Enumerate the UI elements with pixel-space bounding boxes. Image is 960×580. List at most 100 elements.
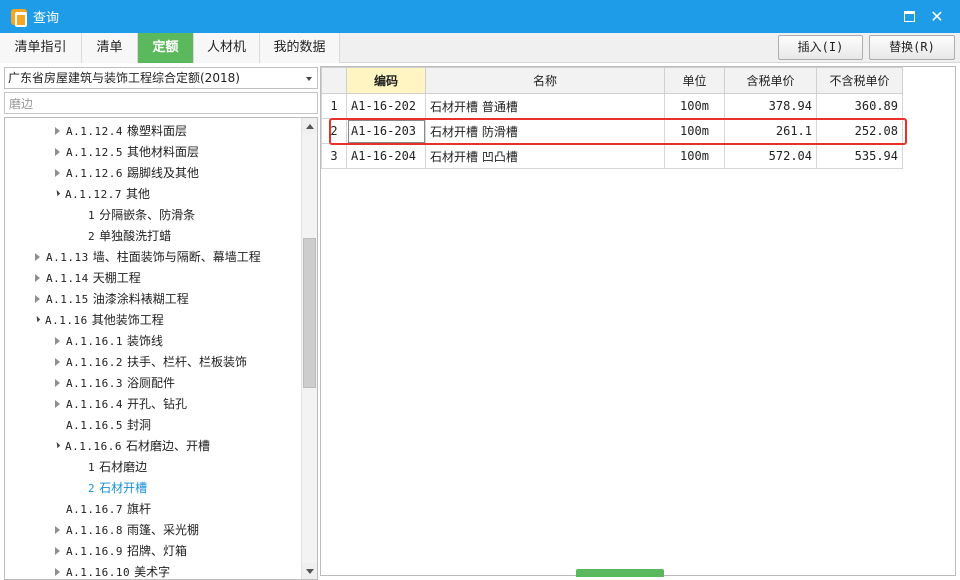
- cell-tax-price[interactable]: 261.1: [724, 118, 817, 144]
- results-panel: 编码 名称 单位 含税单价 不含税单价 1 A1-16-202 石材开槽 普通槽…: [320, 66, 956, 576]
- cell-tax-price[interactable]: 378.94: [724, 93, 817, 119]
- tree-item-label: 油漆涂料裱糊工程: [92, 292, 189, 306]
- cell-code[interactable]: A1-16-204: [346, 143, 426, 169]
- cell-notax-price[interactable]: 252.08: [816, 118, 903, 144]
- tree-item[interactable]: 1 分隔嵌条、防滑条: [77, 205, 195, 226]
- expand-arrow-icon[interactable]: [35, 273, 40, 282]
- insert-button[interactable]: 插入(I): [778, 35, 863, 60]
- expand-arrow-icon[interactable]: [55, 168, 60, 177]
- search-input[interactable]: [4, 92, 318, 114]
- tree-item[interactable]: A.1.16 其他装饰工程: [33, 310, 164, 331]
- tree-item-code: A.1.12.7: [65, 188, 122, 201]
- tree-item[interactable]: A.1.16.2 扶手、栏杆、栏板装饰: [55, 352, 247, 373]
- cell-tax-price[interactable]: 572.04: [724, 143, 817, 169]
- col-header-code[interactable]: 编码: [346, 67, 426, 94]
- tab-my-data[interactable]: 我的数据: [260, 33, 340, 63]
- col-header-name[interactable]: 名称: [425, 67, 665, 94]
- tree-item-label: 分隔嵌条、防滑条: [99, 208, 196, 222]
- col-header-notax-price[interactable]: 不含税单价: [816, 67, 903, 94]
- expand-arrow-icon[interactable]: [55, 336, 60, 345]
- tree-item-code: A.1.16.8: [66, 524, 123, 537]
- results-table: 编码 名称 单位 含税单价 不含税单价 1 A1-16-202 石材开槽 普通槽…: [321, 67, 903, 169]
- collapse-arrow-icon[interactable]: [53, 441, 61, 449]
- tree-item-code: A.1.16.1: [66, 335, 123, 348]
- tree-item-code: 1: [88, 209, 96, 222]
- cell-unit[interactable]: 100m: [664, 93, 725, 119]
- cell-notax-price[interactable]: 535.94: [816, 143, 903, 169]
- tree-item[interactable]: A.1.16.9 招牌、灯箱: [55, 541, 187, 562]
- tree-item[interactable]: A.1.12.6 踢脚线及其他: [55, 163, 199, 184]
- tree-scrollbar[interactable]: [301, 118, 317, 579]
- collapse-arrow-icon[interactable]: [53, 189, 61, 197]
- left-panel: 广东省房屋建筑与装饰工程综合定额(2018) A.1.16.10美术字A.1.1…: [0, 64, 318, 580]
- tab-bill-guide[interactable]: 清单指引: [0, 33, 82, 63]
- col-header-unit[interactable]: 单位: [664, 67, 725, 94]
- tree-item[interactable]: A.1.12.7 其他: [53, 184, 150, 205]
- scroll-up-icon[interactable]: [302, 118, 317, 134]
- row-number: 1: [321, 93, 347, 119]
- tree-item[interactable]: A.1.16.5 封洞: [55, 415, 151, 436]
- collapse-arrow-icon[interactable]: [33, 315, 41, 323]
- title-bar: 查询 ✕: [0, 0, 960, 33]
- tree-item[interactable]: A.1.16.1 装饰线: [55, 331, 163, 352]
- tab-quota[interactable]: 定额: [138, 33, 194, 63]
- cell-code[interactable]: A1-16-202: [346, 93, 426, 119]
- replace-button[interactable]: 替换(R): [869, 35, 955, 60]
- tree-item[interactable]: A.1.12.4 橡塑料面层: [55, 121, 187, 142]
- tree-item[interactable]: 1 石材磨边: [77, 457, 147, 478]
- scroll-down-icon[interactable]: [302, 563, 317, 579]
- cell-notax-price[interactable]: 360.89: [816, 93, 903, 119]
- tree-item[interactable]: A.1.16.8 雨篷、采光棚: [55, 520, 199, 541]
- quota-library-select[interactable]: 广东省房屋建筑与装饰工程综合定额(2018): [4, 67, 318, 89]
- expand-arrow-icon[interactable]: [55, 546, 60, 555]
- cell-name[interactable]: 石材开槽 普通槽: [425, 93, 665, 119]
- expand-arrow-icon[interactable]: [55, 378, 60, 387]
- cell-name[interactable]: 石材开槽 凹凸槽: [425, 143, 665, 169]
- close-icon[interactable]: ✕: [928, 7, 946, 26]
- scroll-thumb[interactable]: [303, 238, 316, 388]
- tree-item-code: A.1.15: [46, 293, 89, 306]
- quota-library-value: 广东省房屋建筑与装饰工程综合定额(2018): [8, 71, 240, 85]
- app-icon: [11, 8, 27, 27]
- tree-item[interactable]: A.1.16.10 美术字: [55, 562, 170, 579]
- tree-item[interactable]: A.1.16.4 开孔、钻孔: [55, 394, 187, 415]
- table-row[interactable]: 2 A1-16-203 石材开槽 防滑槽 100m 261.1 252.08: [321, 118, 903, 144]
- tree-item[interactable]: 2 单独酸洗打蜡: [77, 226, 171, 247]
- tree-item-code: 1: [88, 461, 96, 474]
- col-header-tax-price[interactable]: 含税单价: [724, 67, 817, 94]
- tree-item[interactable]: A.1.16.6 石材磨边、开槽: [53, 436, 210, 457]
- tree-item-label: 其他装饰工程: [91, 313, 164, 327]
- expand-arrow-icon[interactable]: [55, 399, 60, 408]
- tree-item[interactable]: A.1.15 油漆涂料裱糊工程: [35, 289, 189, 310]
- cell-name[interactable]: 石材开槽 防滑槽: [425, 118, 665, 144]
- cell-unit[interactable]: 100m: [664, 118, 725, 144]
- tree-item[interactable]: A.1.16.7 旗杆: [55, 499, 151, 520]
- table-row[interactable]: 3 A1-16-204 石材开槽 凹凸槽 100m 572.04 535.94: [321, 143, 903, 169]
- tree-item[interactable]: 2 石材开槽: [77, 478, 147, 499]
- tree-item-label: 橡塑料面层: [126, 124, 187, 138]
- maximize-icon[interactable]: [900, 7, 918, 25]
- tree-item-label: 雨篷、采光棚: [126, 523, 199, 537]
- tree-item[interactable]: A.1.16.3 浴厕配件: [55, 373, 175, 394]
- tree-item-code: A.1.16.10: [66, 566, 131, 579]
- tree-item[interactable]: A.1.12.5 其他材料面层: [55, 142, 199, 163]
- expand-arrow-icon[interactable]: [55, 567, 60, 576]
- tree-item-code: A.1.16.5: [66, 419, 123, 432]
- expand-arrow-icon[interactable]: [55, 357, 60, 366]
- table-row[interactable]: 1 A1-16-202 石材开槽 普通槽 100m 378.94 360.89: [321, 93, 903, 119]
- tab-bill[interactable]: 清单: [82, 33, 138, 63]
- tree-item[interactable]: A.1.13 墙、柱面装饰与隔断、幕墙工程: [35, 247, 261, 268]
- row-number: 2: [321, 118, 347, 144]
- expand-arrow-icon[interactable]: [55, 147, 60, 156]
- tree-item[interactable]: A.1.14 天棚工程: [35, 268, 141, 289]
- cell-code[interactable]: A1-16-203: [346, 118, 426, 144]
- tab-labor-material-machine[interactable]: 人材机: [194, 33, 260, 63]
- expand-arrow-icon[interactable]: [55, 126, 60, 135]
- panel-resize-handle[interactable]: [576, 569, 664, 577]
- tree-item-label: 旗杆: [126, 502, 151, 516]
- cell-unit[interactable]: 100m: [664, 143, 725, 169]
- expand-arrow-icon[interactable]: [55, 525, 60, 534]
- expand-arrow-icon[interactable]: [35, 252, 40, 261]
- expand-arrow-icon[interactable]: [35, 294, 40, 303]
- chevron-down-icon[interactable]: [306, 77, 312, 81]
